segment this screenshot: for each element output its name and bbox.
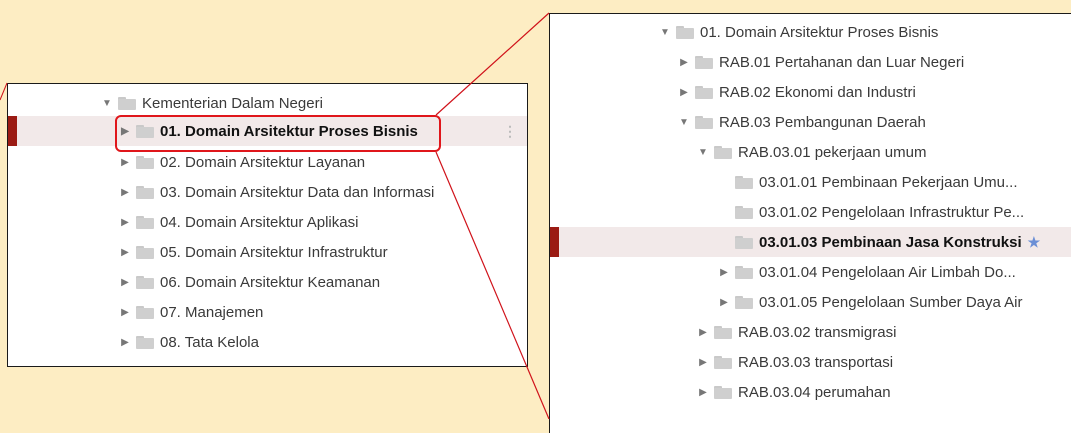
folder-icon [136, 215, 154, 229]
folder-icon [714, 145, 732, 159]
tree-node-label: 08. Tata Kelola [160, 333, 259, 351]
tree-node-label: RAB.03 Pembangunan Daerah [719, 113, 926, 131]
tree-node[interactable]: ▶ RAB.02 Ekonomi dan Industri [550, 77, 1071, 107]
tree-leaf[interactable]: 03.01.02 Pengelolaan Infrastruktur Pe... [550, 197, 1071, 227]
tree-node[interactable]: ▶ RAB.03.03 transportasi [550, 347, 1071, 377]
folder-icon [735, 205, 753, 219]
tree-node[interactable]: ▶ 06. Domain Arsitektur Keamanan [8, 267, 527, 297]
tree-node-label: 03.01.02 Pengelolaan Infrastruktur Pe... [759, 203, 1025, 221]
pin-icon[interactable]: ★ [1028, 234, 1041, 251]
tree-node[interactable]: ▶ RAB.01 Pertahanan dan Luar Negeri [550, 47, 1071, 77]
tree-node-label: RAB.02 Ekonomi dan Industri [719, 83, 916, 101]
tree-node-label: RAB.03.02 transmigrasi [738, 323, 897, 341]
tree-node-root[interactable]: ▼ 01. Domain Arsitektur Proses Bisnis [550, 17, 1071, 47]
triangle-down-icon[interactable]: ▼ [100, 98, 114, 109]
triangle-right-icon[interactable]: ▶ [677, 57, 691, 68]
tree-node-label: 03.01.03 Pembinaan Jasa Konstruksi [759, 233, 1022, 251]
folder-icon [714, 355, 732, 369]
tree-node[interactable]: ▶ 08. Tata Kelola [8, 327, 527, 357]
folder-icon [136, 185, 154, 199]
folder-icon [735, 265, 753, 279]
tree-node[interactable]: ▶ RAB.03.04 perumahan [550, 377, 1071, 407]
selection-indicator [550, 227, 559, 257]
tree-node-label: RAB.03.01 pekerjaan umum [738, 143, 927, 161]
tree-node[interactable]: ▶ 03.01.05 Pengelolaan Sumber Daya Air [550, 287, 1071, 317]
triangle-right-icon[interactable]: ▶ [118, 187, 132, 198]
folder-icon [735, 235, 753, 249]
tree-node-label: 03. Domain Arsitektur Data dan Informasi [160, 183, 435, 201]
more-vertical-icon[interactable]: ⋮ [503, 124, 517, 138]
tree-node-label: 02. Domain Arsitektur Layanan [160, 153, 366, 171]
folder-icon [695, 115, 713, 129]
folder-icon [714, 385, 732, 399]
folder-icon [735, 295, 753, 309]
tree-node[interactable]: ▶ 05. Domain Arsitektur Infrastruktur [8, 237, 527, 267]
tree-node-label: 03.01.01 Pembinaan Pekerjaan Umu... [759, 173, 1018, 191]
tree-node[interactable]: ▶ 03. Domain Arsitektur Data dan Informa… [8, 177, 527, 207]
tree-node-label: RAB.03.04 perumahan [738, 383, 891, 401]
selection-indicator [8, 116, 17, 146]
triangle-right-icon[interactable]: ▶ [696, 387, 710, 398]
tree-node[interactable]: ▼ RAB.03 Pembangunan Daerah [550, 107, 1071, 137]
folder-icon [136, 335, 154, 349]
triangle-right-icon[interactable]: ▶ [717, 297, 731, 308]
highlight-box [115, 115, 441, 152]
right-tree-panel: ▼ 01. Domain Arsitektur Proses Bisnis ▶ … [549, 13, 1071, 433]
triangle-right-icon[interactable]: ▶ [677, 87, 691, 98]
tree-node[interactable]: ▶ 04. Domain Arsitektur Aplikasi [8, 207, 527, 237]
folder-icon [136, 275, 154, 289]
tree-node-label: 03.01.04 Pengelolaan Air Limbah Do... [759, 263, 1016, 281]
folder-icon [695, 55, 713, 69]
triangle-right-icon[interactable]: ▶ [118, 277, 132, 288]
triangle-right-icon[interactable]: ▶ [696, 327, 710, 338]
folder-icon [136, 155, 154, 169]
triangle-right-icon[interactable]: ▶ [118, 247, 132, 258]
triangle-right-icon[interactable]: ▶ [118, 337, 132, 348]
triangle-right-icon[interactable]: ▶ [696, 357, 710, 368]
folder-icon [735, 175, 753, 189]
triangle-right-icon[interactable]: ▶ [118, 307, 132, 318]
folder-icon [695, 85, 713, 99]
folder-icon [714, 325, 732, 339]
triangle-down-icon[interactable]: ▼ [696, 147, 710, 158]
folder-icon [136, 245, 154, 259]
tree-node-label: 01. Domain Arsitektur Proses Bisnis [700, 23, 939, 41]
triangle-right-icon[interactable]: ▶ [118, 157, 132, 168]
tree-node-label: 06. Domain Arsitektur Keamanan [160, 273, 381, 291]
tree-node-label: 07. Manajemen [160, 303, 264, 321]
tree-node-label: 03.01.05 Pengelolaan Sumber Daya Air [759, 293, 1023, 311]
tree-leaf-selected[interactable]: 03.01.03 Pembinaan Jasa Konstruksi ★ [550, 227, 1071, 257]
tree-node-label: 05. Domain Arsitektur Infrastruktur [160, 243, 388, 261]
tree-node-label: Kementerian Dalam Negeri [142, 94, 323, 112]
tree-node[interactable]: ▶ RAB.03.02 transmigrasi [550, 317, 1071, 347]
triangle-down-icon[interactable]: ▼ [658, 27, 672, 38]
triangle-down-icon[interactable]: ▼ [677, 117, 691, 128]
tree-node[interactable]: ▶ 03.01.04 Pengelolaan Air Limbah Do... [550, 257, 1071, 287]
tree-node-root[interactable]: ▼ Kementerian Dalam Negeri [8, 88, 527, 118]
tree-node-label: RAB.03.03 transportasi [738, 353, 894, 371]
tree-leaf[interactable]: 03.01.01 Pembinaan Pekerjaan Umu... [550, 167, 1071, 197]
callout-line-edge [0, 82, 8, 101]
tree-node-label: RAB.01 Pertahanan dan Luar Negeri [719, 53, 965, 71]
folder-icon [136, 305, 154, 319]
folder-icon [118, 96, 136, 110]
folder-icon [676, 25, 694, 39]
tree-node-label: 04. Domain Arsitektur Aplikasi [160, 213, 359, 231]
triangle-right-icon[interactable]: ▶ [717, 267, 731, 278]
tree-node[interactable]: ▶ 07. Manajemen [8, 297, 527, 327]
triangle-right-icon[interactable]: ▶ [118, 217, 132, 228]
tree-node[interactable]: ▼ RAB.03.01 pekerjaan umum [550, 137, 1071, 167]
